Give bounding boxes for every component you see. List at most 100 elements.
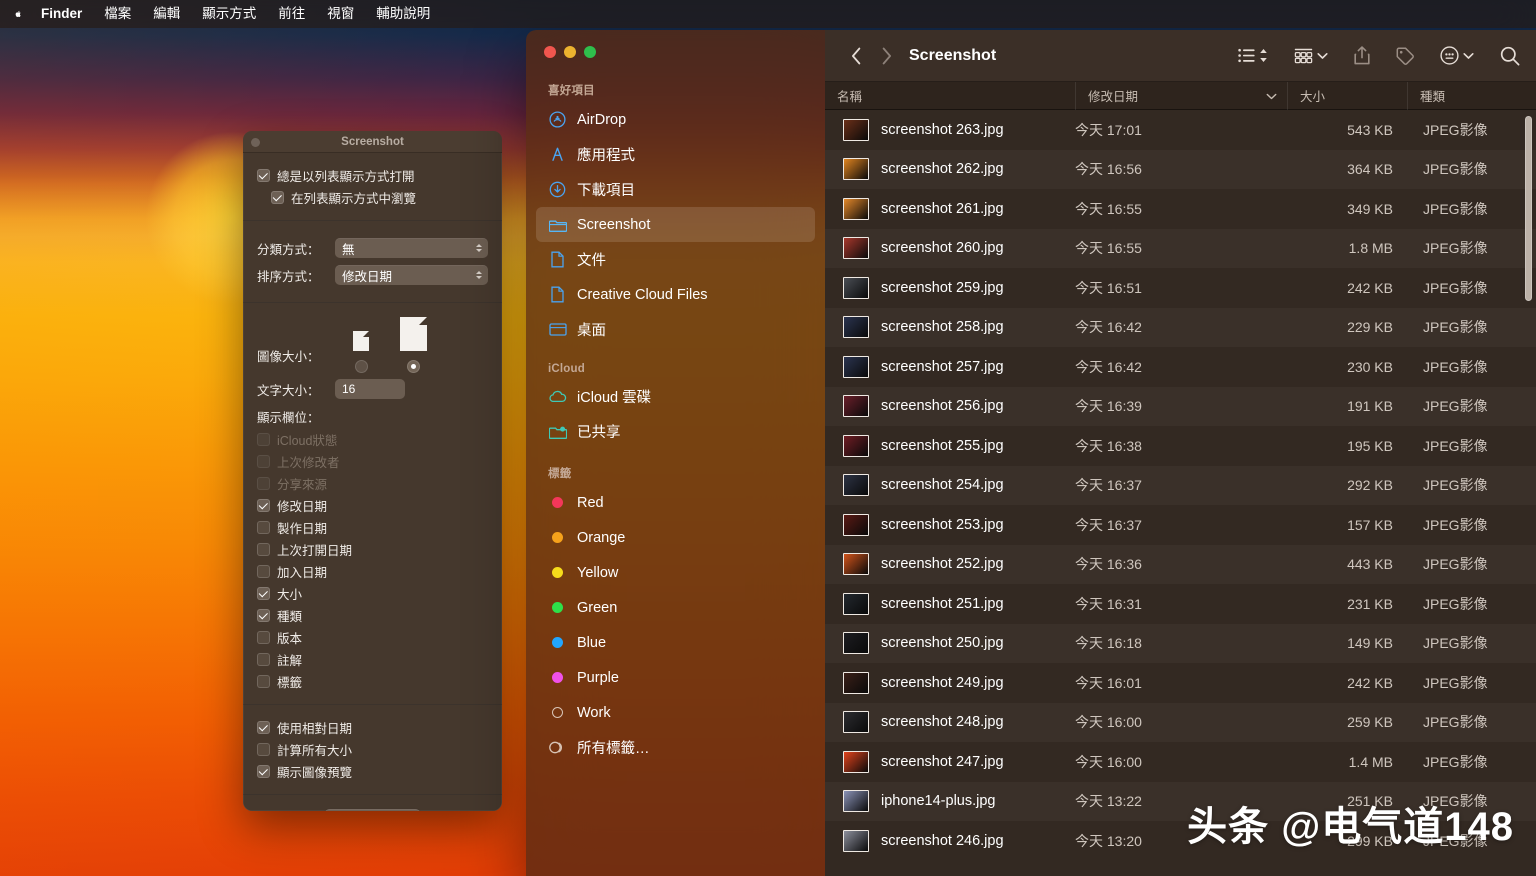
menu-item-view[interactable]: 顯示方式 <box>191 0 267 28</box>
list-item[interactable]: 顯示圖像預覽 <box>257 762 488 781</box>
list-item[interactable]: 上次打開日期 <box>257 540 488 559</box>
list-item[interactable]: 大小 <box>257 584 488 603</box>
column-size-checkbox[interactable] <box>257 587 270 600</box>
column-header-name[interactable]: 名稱 <box>825 82 1075 110</box>
sidebar-item-tag-green[interactable]: Green <box>536 590 815 625</box>
table-row[interactable]: screenshot 250.jpg今天 16:18149 KBJPEG影像 <box>825 624 1536 664</box>
list-item[interactable]: 標籤 <box>257 672 488 691</box>
table-row[interactable]: screenshot 253.jpg今天 16:37157 KBJPEG影像 <box>825 505 1536 545</box>
sidebar-item-tag-blue[interactable]: Blue <box>536 625 815 660</box>
table-row[interactable]: screenshot 258.jpg今天 16:42229 KBJPEG影像 <box>825 308 1536 348</box>
table-row[interactable]: screenshot 256.jpg今天 16:39191 KBJPEG影像 <box>825 387 1536 427</box>
share-button[interactable] <box>1341 41 1383 71</box>
back-button[interactable] <box>841 47 871 65</box>
vertical-scrollbar[interactable] <box>1525 116 1532 301</box>
text-size-stepper[interactable]: 16 <box>335 379 405 399</box>
column-header-kind[interactable]: 種類 <box>1407 82 1536 110</box>
browse-in-list-checkbox[interactable] <box>271 191 284 204</box>
table-row[interactable]: screenshot 246.jpg今天 13:20299 KBJPEG影像 <box>825 821 1536 861</box>
sidebar-item-screenshot[interactable]: Screenshot <box>536 207 815 242</box>
column-date-created-checkbox[interactable] <box>257 521 270 534</box>
menu-item-go[interactable]: 前往 <box>267 0 316 28</box>
list-item[interactable]: 修改日期 <box>257 496 488 515</box>
sidebar-item-tag-work[interactable]: Work <box>536 695 815 730</box>
list-item[interactable]: 版本 <box>257 628 488 647</box>
sidebar-item-creative-cloud-files[interactable]: Creative Cloud Files <box>536 277 815 312</box>
column-date-modified-checkbox[interactable] <box>257 499 270 512</box>
sidebar-item-tag-orange[interactable]: Orange <box>536 520 815 555</box>
list-item[interactable]: 種類 <box>257 606 488 625</box>
sidebar-item-desktop[interactable]: 桌面 <box>536 312 815 347</box>
apple-logo-icon[interactable] <box>12 3 30 25</box>
tag-button[interactable] <box>1383 41 1427 71</box>
file-list[interactable]: screenshot 263.jpg今天 17:01543 KBJPEG影像sc… <box>825 110 1536 876</box>
list-item[interactable]: 加入日期 <box>257 562 488 581</box>
column-kind-checkbox[interactable] <box>257 609 270 622</box>
group-by-select[interactable]: 無 <box>335 238 488 258</box>
column-header-label: 大小 <box>1300 86 1325 105</box>
list-item[interactable]: 註解 <box>257 650 488 669</box>
sidebar-item-applications[interactable]: 應用程式 <box>536 137 815 172</box>
column-date-last-opened-checkbox[interactable] <box>257 543 270 556</box>
table-row[interactable]: screenshot 248.jpg今天 16:00259 KBJPEG影像 <box>825 703 1536 743</box>
menu-item-help[interactable]: 輔助說明 <box>365 0 441 28</box>
calculate-all-sizes-checkbox[interactable] <box>257 743 270 756</box>
column-version-checkbox[interactable] <box>257 631 270 644</box>
table-row[interactable]: screenshot 263.jpg今天 17:01543 KBJPEG影像 <box>825 110 1536 150</box>
sidebar-item-tag-yellow[interactable]: Yellow <box>536 555 815 590</box>
group-by-button[interactable] <box>1281 41 1341 71</box>
table-row[interactable]: screenshot 252.jpg今天 16:36443 KBJPEG影像 <box>825 545 1536 585</box>
sidebar-item-shared[interactable]: 已共享 <box>536 414 815 449</box>
sidebar-item-tag-red[interactable]: Red <box>536 485 815 520</box>
table-row[interactable]: screenshot 257.jpg今天 16:42230 KBJPEG影像 <box>825 347 1536 387</box>
column-tags-checkbox[interactable] <box>257 675 270 688</box>
search-button[interactable] <box>1487 41 1520 71</box>
column-date-added-checkbox[interactable] <box>257 565 270 578</box>
sidebar-item-documents[interactable]: 文件 <box>536 242 815 277</box>
sidebar-item-downloads[interactable]: 下載項目 <box>536 172 815 207</box>
image-size-small-radio[interactable] <box>355 360 368 373</box>
sort-by-select[interactable]: 修改日期 <box>335 265 488 285</box>
more-actions-button[interactable] <box>1427 41 1487 71</box>
table-row[interactable]: screenshot 247.jpg今天 16:001.4 MBJPEG影像 <box>825 742 1536 782</box>
forward-button[interactable] <box>871 47 901 65</box>
list-item[interactable]: 計算所有大小 <box>257 740 488 759</box>
table-row[interactable]: screenshot 262.jpg今天 16:56364 KBJPEG影像 <box>825 150 1536 190</box>
checkbox-row[interactable]: 總是以列表顯示方式打開 <box>257 166 488 185</box>
image-size-large-option[interactable] <box>387 317 439 373</box>
always-open-list-checkbox[interactable] <box>257 169 270 182</box>
table-row[interactable]: screenshot 260.jpg今天 16:551.8 MBJPEG影像 <box>825 229 1536 269</box>
image-size-small-option[interactable] <box>335 331 387 373</box>
sidebar-item-all-tags[interactable]: 所有標籤… <box>536 730 815 765</box>
maximize-window-icon[interactable] <box>584 46 596 58</box>
sidebar-item-airdrop[interactable]: AirDrop <box>536 102 815 137</box>
table-row[interactable]: screenshot 251.jpg今天 16:31231 KBJPEG影像 <box>825 584 1536 624</box>
column-header-size[interactable]: 大小 <box>1287 82 1407 110</box>
menu-item-file[interactable]: 檔案 <box>93 0 142 28</box>
menu-item-finder[interactable]: Finder <box>30 0 93 28</box>
checkbox-row[interactable]: 在列表顯示方式中瀏覽 <box>257 188 488 207</box>
show-icon-preview-checkbox[interactable] <box>257 765 270 778</box>
list-item[interactable]: 使用相對日期 <box>257 718 488 737</box>
close-icon[interactable] <box>251 138 260 147</box>
column-header-date-modified[interactable]: 修改日期 <box>1075 82 1287 110</box>
table-row[interactable]: iphone14-plus.jpg今天 13:22251 KBJPEG影像 <box>825 782 1536 822</box>
sidebar-item-icloud-drive[interactable]: iCloud 雲碟 <box>536 379 815 414</box>
table-row[interactable]: screenshot 249.jpg今天 16:01242 KBJPEG影像 <box>825 663 1536 703</box>
menu-item-window[interactable]: 視窗 <box>316 0 365 28</box>
sidebar-item-tag-purple[interactable]: Purple <box>536 660 815 695</box>
list-item[interactable]: 製作日期 <box>257 518 488 537</box>
image-size-large-radio[interactable] <box>407 360 420 373</box>
minimize-window-icon[interactable] <box>564 46 576 58</box>
close-window-icon[interactable] <box>544 46 556 58</box>
table-row[interactable]: screenshot 254.jpg今天 16:37292 KBJPEG影像 <box>825 466 1536 506</box>
table-row[interactable]: screenshot 259.jpg今天 16:51242 KBJPEG影像 <box>825 268 1536 308</box>
table-row[interactable]: screenshot 255.jpg今天 16:38195 KBJPEG影像 <box>825 426 1536 466</box>
use-relative-dates-checkbox[interactable] <box>257 721 270 734</box>
column-comments-checkbox[interactable] <box>257 653 270 666</box>
use-as-defaults-button[interactable]: 作為預設值 <box>324 809 421 811</box>
text-size-label: 文字大小： <box>257 380 335 399</box>
menu-item-edit[interactable]: 編輯 <box>142 0 191 28</box>
view-mode-button[interactable] <box>1225 41 1281 71</box>
table-row[interactable]: screenshot 261.jpg今天 16:55349 KBJPEG影像 <box>825 189 1536 229</box>
